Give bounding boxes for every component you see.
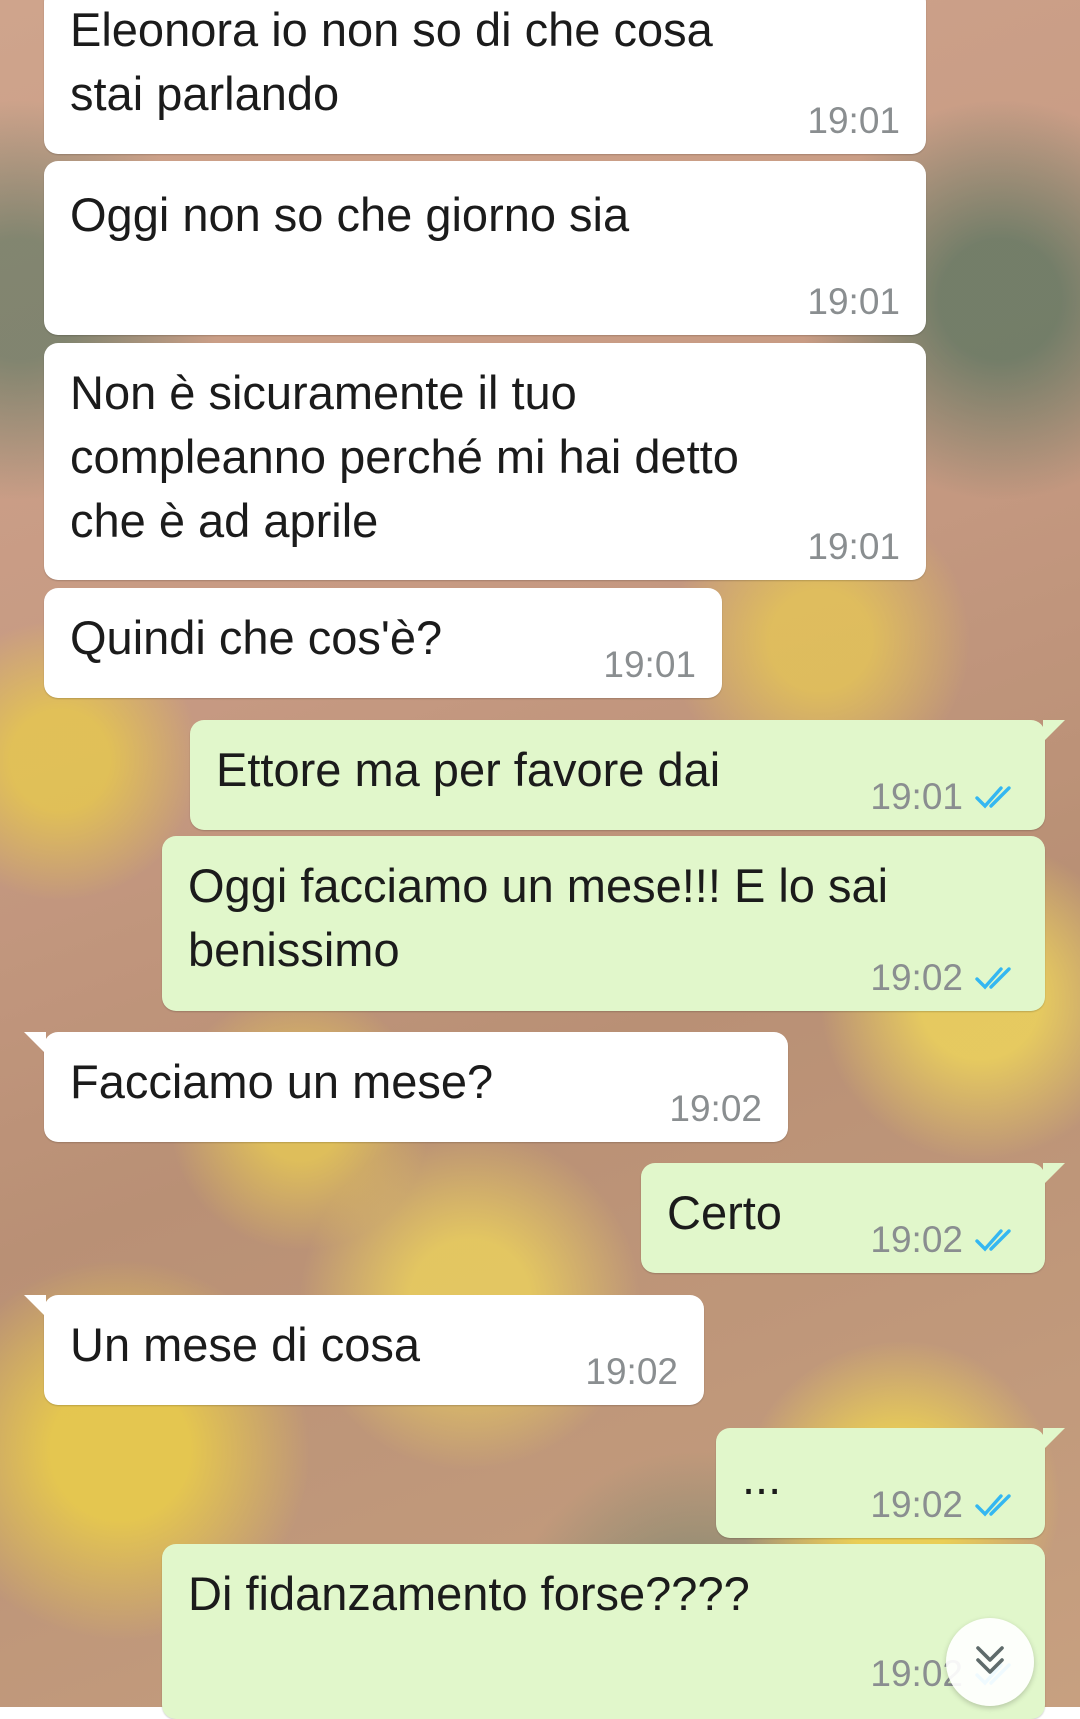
message-time: 19:02 (870, 1484, 963, 1525)
message-time: 19:01 (603, 644, 696, 685)
message-text: Eleonora io non so di che cosa stai parl… (70, 3, 713, 120)
double-check-icon (975, 1492, 1019, 1518)
scroll-to-bottom-button[interactable] (946, 1618, 1034, 1706)
message-time: 19:01 (870, 776, 963, 817)
message-bubble-outgoing[interactable]: Oggi facciamo un mese!!! E lo sai beniss… (162, 836, 1045, 1011)
message-time: 19:02 (870, 1219, 963, 1260)
message-time: 19:02 (585, 1351, 678, 1392)
message-meta: 19:02 (585, 1351, 678, 1393)
double-check-icon (975, 1227, 1019, 1253)
message-text: Di fidanzamento forse???? (188, 1567, 750, 1620)
message-time: 19:02 (870, 957, 963, 998)
message-bubble-incoming[interactable]: Eleonora io non so di che cosa stai parl… (44, 0, 926, 154)
message-meta: 19:01 (807, 281, 900, 323)
message-time: 19:01 (807, 526, 900, 567)
message-text: Quindi che cos'è? (70, 611, 443, 664)
message-bubble-outgoing[interactable]: ... 19:02 (716, 1428, 1065, 1538)
message-time: 19:02 (669, 1088, 762, 1129)
message-bubble-outgoing[interactable]: Ettore ma per favore dai 19:01 (190, 720, 1065, 830)
double-check-icon (975, 965, 1019, 991)
message-time: 19:01 (807, 281, 900, 322)
chevron-double-down-icon (970, 1640, 1010, 1685)
message-bubble-incoming[interactable]: Un mese di cosa 19:02 (24, 1295, 704, 1405)
message-meta: 19:02 (870, 1484, 1019, 1526)
message-meta: 19:02 (870, 1219, 1019, 1261)
message-bubble-incoming[interactable]: Facciamo un mese? 19:02 (24, 1032, 788, 1142)
message-meta: 19:02 (870, 957, 1019, 999)
double-check-icon (975, 784, 1019, 810)
message-meta: 19:01 (870, 776, 1019, 818)
message-meta: 19:01 (807, 526, 900, 568)
message-bubble-incoming[interactable]: Non è sicuramente il tuo compleanno perc… (44, 343, 926, 580)
message-text: Oggi non so che giorno sia (70, 188, 630, 241)
message-text: Non è sicuramente il tuo compleanno perc… (70, 366, 739, 547)
message-bubble-outgoing[interactable]: Certo 19:02 (641, 1163, 1065, 1273)
message-meta: 19:02 (669, 1088, 762, 1130)
message-bubble-incoming[interactable]: Quindi che cos'è? 19:01 (44, 588, 722, 698)
message-meta: 19:01 (807, 100, 900, 142)
message-meta: 19:01 (603, 644, 696, 686)
message-time: 19:01 (807, 100, 900, 141)
message-bubble-outgoing[interactable]: Di fidanzamento forse???? 19:02 (162, 1544, 1045, 1719)
message-text: Facciamo un mese? (70, 1055, 494, 1108)
message-bubble-incoming[interactable]: Oggi non so che giorno sia 19:01 (44, 161, 926, 335)
